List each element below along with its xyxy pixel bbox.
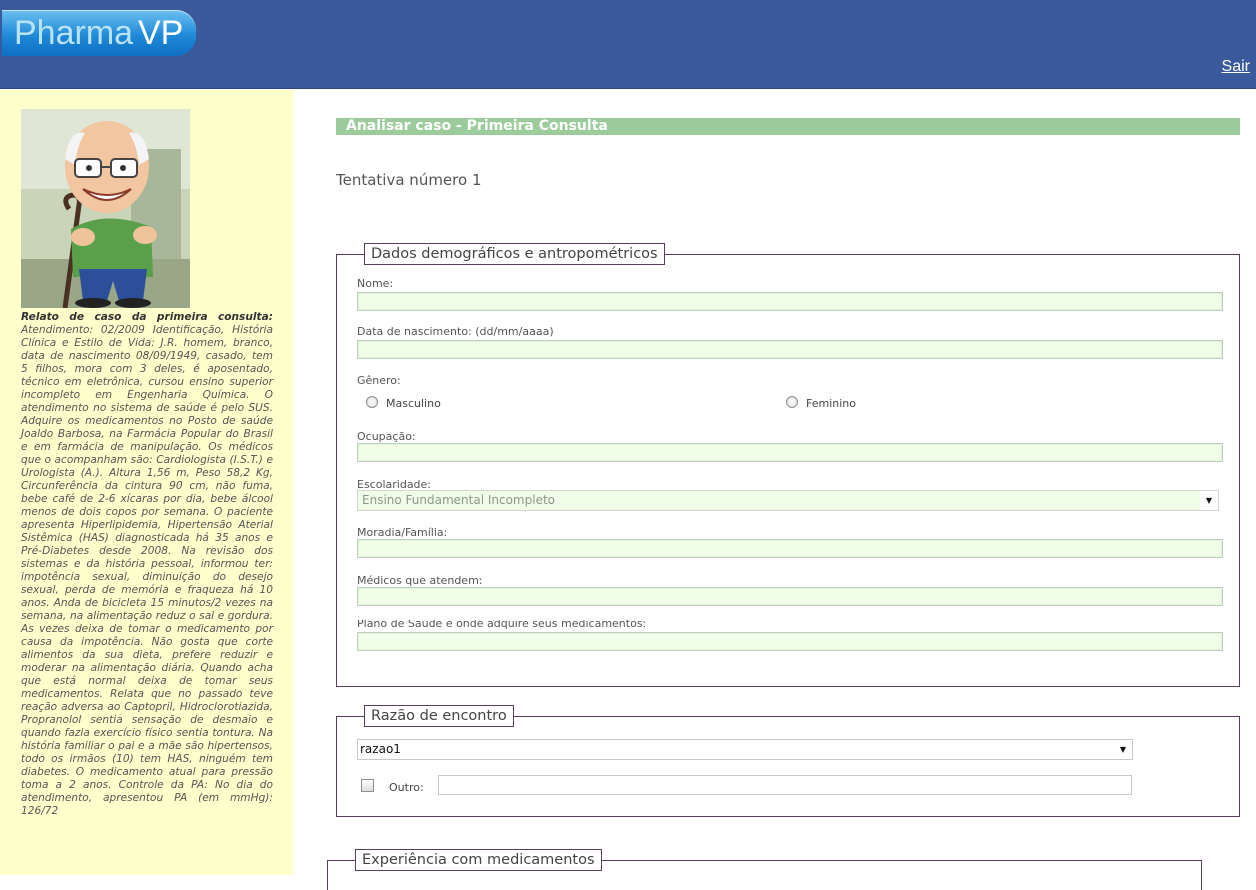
case-report-body: Atendimento: 02/2009 Identificação, Hist… bbox=[21, 324, 273, 817]
housing-input[interactable] bbox=[357, 539, 1223, 558]
logo-text-pharma: Pharma bbox=[14, 14, 134, 52]
medication-legend: Experiência com medicamentos bbox=[355, 849, 602, 871]
other-reason-label: Outro: bbox=[389, 781, 424, 794]
patient-caricature-image bbox=[21, 109, 190, 308]
encounter-reason-select[interactable]: razao1 ▼ bbox=[357, 739, 1133, 760]
chevron-down-icon: ▼ bbox=[1119, 745, 1127, 754]
main-content: Analisar caso - Primeira Consulta Tentat… bbox=[293, 90, 1256, 890]
education-select[interactable]: Ensino Fundamental Incompleto ▼ bbox=[357, 490, 1219, 511]
doctors-input[interactable] bbox=[357, 587, 1223, 606]
housing-label: Moradia/Família: bbox=[357, 526, 448, 539]
other-reason-input[interactable] bbox=[438, 775, 1132, 795]
encounter-reason-value: razao1 bbox=[360, 742, 401, 756]
occupation-input[interactable] bbox=[357, 443, 1223, 462]
name-input[interactable] bbox=[357, 292, 1223, 311]
encounter-fieldset bbox=[336, 716, 1240, 817]
gender-male-radio[interactable] bbox=[366, 396, 378, 408]
case-report: Relato de caso da primeira consulta: Ate… bbox=[21, 311, 273, 818]
attempt-number: Tentativa número 1 bbox=[336, 171, 482, 189]
case-report-title: Relato de caso da primeira consulta: bbox=[21, 311, 273, 323]
doctors-label: Médicos que atendem: bbox=[357, 574, 483, 587]
health-plan-label-clip: Plano de Saúde e onde adquire seus medic… bbox=[357, 620, 1223, 630]
logout-link[interactable]: Sair bbox=[1222, 58, 1250, 76]
gender-female-label: Feminino bbox=[806, 397, 856, 410]
gender-male-label: Masculino bbox=[386, 397, 441, 410]
occupation-label: Ocupação: bbox=[357, 430, 416, 443]
demographics-legend: Dados demográficos e antropométricos bbox=[364, 243, 665, 265]
sidebar: Relato de caso da primeira consulta: Ate… bbox=[0, 90, 293, 875]
health-plan-input[interactable] bbox=[357, 632, 1223, 651]
birthdate-label: Data de nascimento: (dd/mm/aaaa) bbox=[357, 325, 554, 338]
logo-text-vp: VP bbox=[138, 14, 184, 52]
other-reason-checkbox[interactable] bbox=[361, 779, 374, 792]
gender-female-radio[interactable] bbox=[786, 396, 798, 408]
education-selected-value: Ensino Fundamental Incompleto bbox=[362, 493, 556, 507]
top-bar: Pharma VP Sair bbox=[0, 0, 1256, 89]
page-title: Analisar caso - Primeira Consulta bbox=[336, 118, 1240, 135]
name-label: Nome: bbox=[357, 277, 394, 290]
health-plan-label: Plano de Saúde e onde adquire seus medic… bbox=[357, 620, 647, 630]
encounter-legend: Razão de encontro bbox=[364, 705, 514, 727]
birthdate-input[interactable] bbox=[357, 340, 1223, 359]
gender-label: Gênero: bbox=[357, 374, 401, 387]
chevron-down-icon: ▼ bbox=[1200, 491, 1218, 510]
pharmavp-logo[interactable]: Pharma VP bbox=[2, 10, 196, 56]
